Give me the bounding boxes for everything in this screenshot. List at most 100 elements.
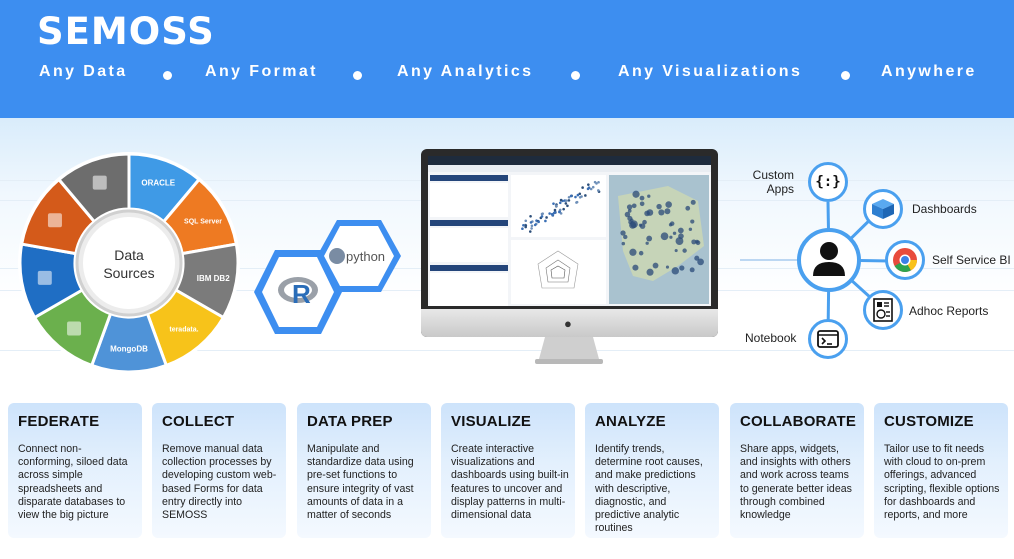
report-icon [873,298,893,322]
map-point [645,241,649,245]
map-point [679,265,685,271]
card-collect: COLLECT Remove manual data collection pr… [152,403,286,538]
scatter-point [558,201,562,205]
map-point [620,230,626,236]
scatter-point [564,202,568,205]
card-analyze: ANALYZE Identify trends, determine root … [585,403,719,538]
notebook-label: Notebook [745,331,797,345]
card-title: VISUALIZE [451,413,532,430]
tagline-separator-dot [353,71,362,80]
scatter-point [524,219,528,223]
cube-icon [872,199,894,219]
card-title: COLLABORATE [740,413,857,430]
scatter-point [584,194,587,197]
monitor-chin: ● [421,309,718,337]
tagline-any-analytics: Any Analytics [397,63,534,80]
map-point [697,258,704,266]
scatter-point [580,195,583,198]
map-point [647,194,651,198]
data-source-label: IBM DB2 [197,274,230,283]
map-point [621,241,626,246]
card-title: DATA PREP [307,413,393,430]
scatter-point [545,216,548,219]
python-logo-icon [329,248,345,264]
brand-title: SEMOSS [37,10,215,53]
map-point [646,268,654,276]
monitor-stand [535,337,603,364]
map-point [646,235,653,242]
map-point [664,208,671,215]
scatter-point [541,212,544,215]
apple-logo-icon: ● [564,316,572,331]
cloud-icon [37,270,52,285]
scatter-point [574,195,577,199]
card-title: ANALYZE [595,413,666,430]
scatter-point [597,189,600,192]
custom-apps-node: {:} [808,162,848,202]
tagline-separator-dot [841,71,850,80]
adhoc-reports-label: Adhoc Reports [909,304,989,318]
map-point [631,203,637,209]
notebook-node [808,319,848,359]
map-point [652,262,659,269]
map-point [665,201,672,208]
card-collaborate: COLLABORATE Share apps, widgets, and ins… [730,403,864,538]
scatter-point [597,180,600,184]
scatter-point [528,230,532,233]
map-point [644,210,650,217]
map-point [677,227,684,234]
scatter-point [529,214,532,218]
tagline-anywhere: Anywhere [881,63,977,80]
map-point [695,239,699,244]
svg-text:python: python [346,249,385,264]
dashboards-node [863,189,903,229]
semoss-infographic: SEMOSS Any Data Any Format Any Analytics… [0,0,1014,559]
dashboard-screenshot [428,156,711,306]
file-icon [67,321,82,336]
tagline-separator-dot [163,71,172,80]
scatter-point [575,200,579,204]
python-hexagon: python [317,220,401,292]
scatter-point [558,210,561,214]
scatter-point [537,220,540,224]
scatter-point [544,219,547,223]
map-point [632,264,639,271]
map-point [639,201,645,207]
map-point [660,232,669,241]
card-body: Create interactive visualizations and da… [451,443,569,522]
map-point [665,265,670,269]
card-body: Tailor use to fit needs with cloud to on… [884,443,1000,522]
scatter-point [553,208,557,212]
data-sources-label: Data Sources [103,247,155,281]
scatter-point [552,202,555,205]
map-point [690,199,696,205]
map-point [685,205,691,211]
map-point [669,235,673,239]
hadoop-icon [92,175,107,190]
card-visualize: VISUALIZE Create interactive visualizati… [441,403,575,538]
data-source-label: MongoDB [110,345,148,354]
map-point [629,248,637,256]
scatter-point [576,193,580,197]
terminal-icon [817,330,839,348]
map-point [656,203,662,210]
map-point [669,221,675,226]
data-source-label: teradata. [169,326,198,333]
excel-icon [47,213,62,228]
scatter-point [521,227,524,231]
user-hub [797,228,861,292]
scatter-point [581,186,584,189]
map-point [638,223,642,227]
map-point [642,219,647,225]
map-point [658,209,665,216]
data-source-label: SQL Server [184,218,222,225]
scatter-point [567,199,571,202]
user-icon [813,242,845,276]
card-data-prep: DATA PREP Manipulate and standardize dat… [297,403,431,538]
adhoc-reports-node [863,290,903,330]
card-title: FEDERATE [18,413,100,430]
card-body: Share apps, widgets, and insights with o… [740,443,852,522]
map-point [672,231,677,236]
scatter-point [562,207,565,211]
self-service-bi-node [885,240,925,280]
